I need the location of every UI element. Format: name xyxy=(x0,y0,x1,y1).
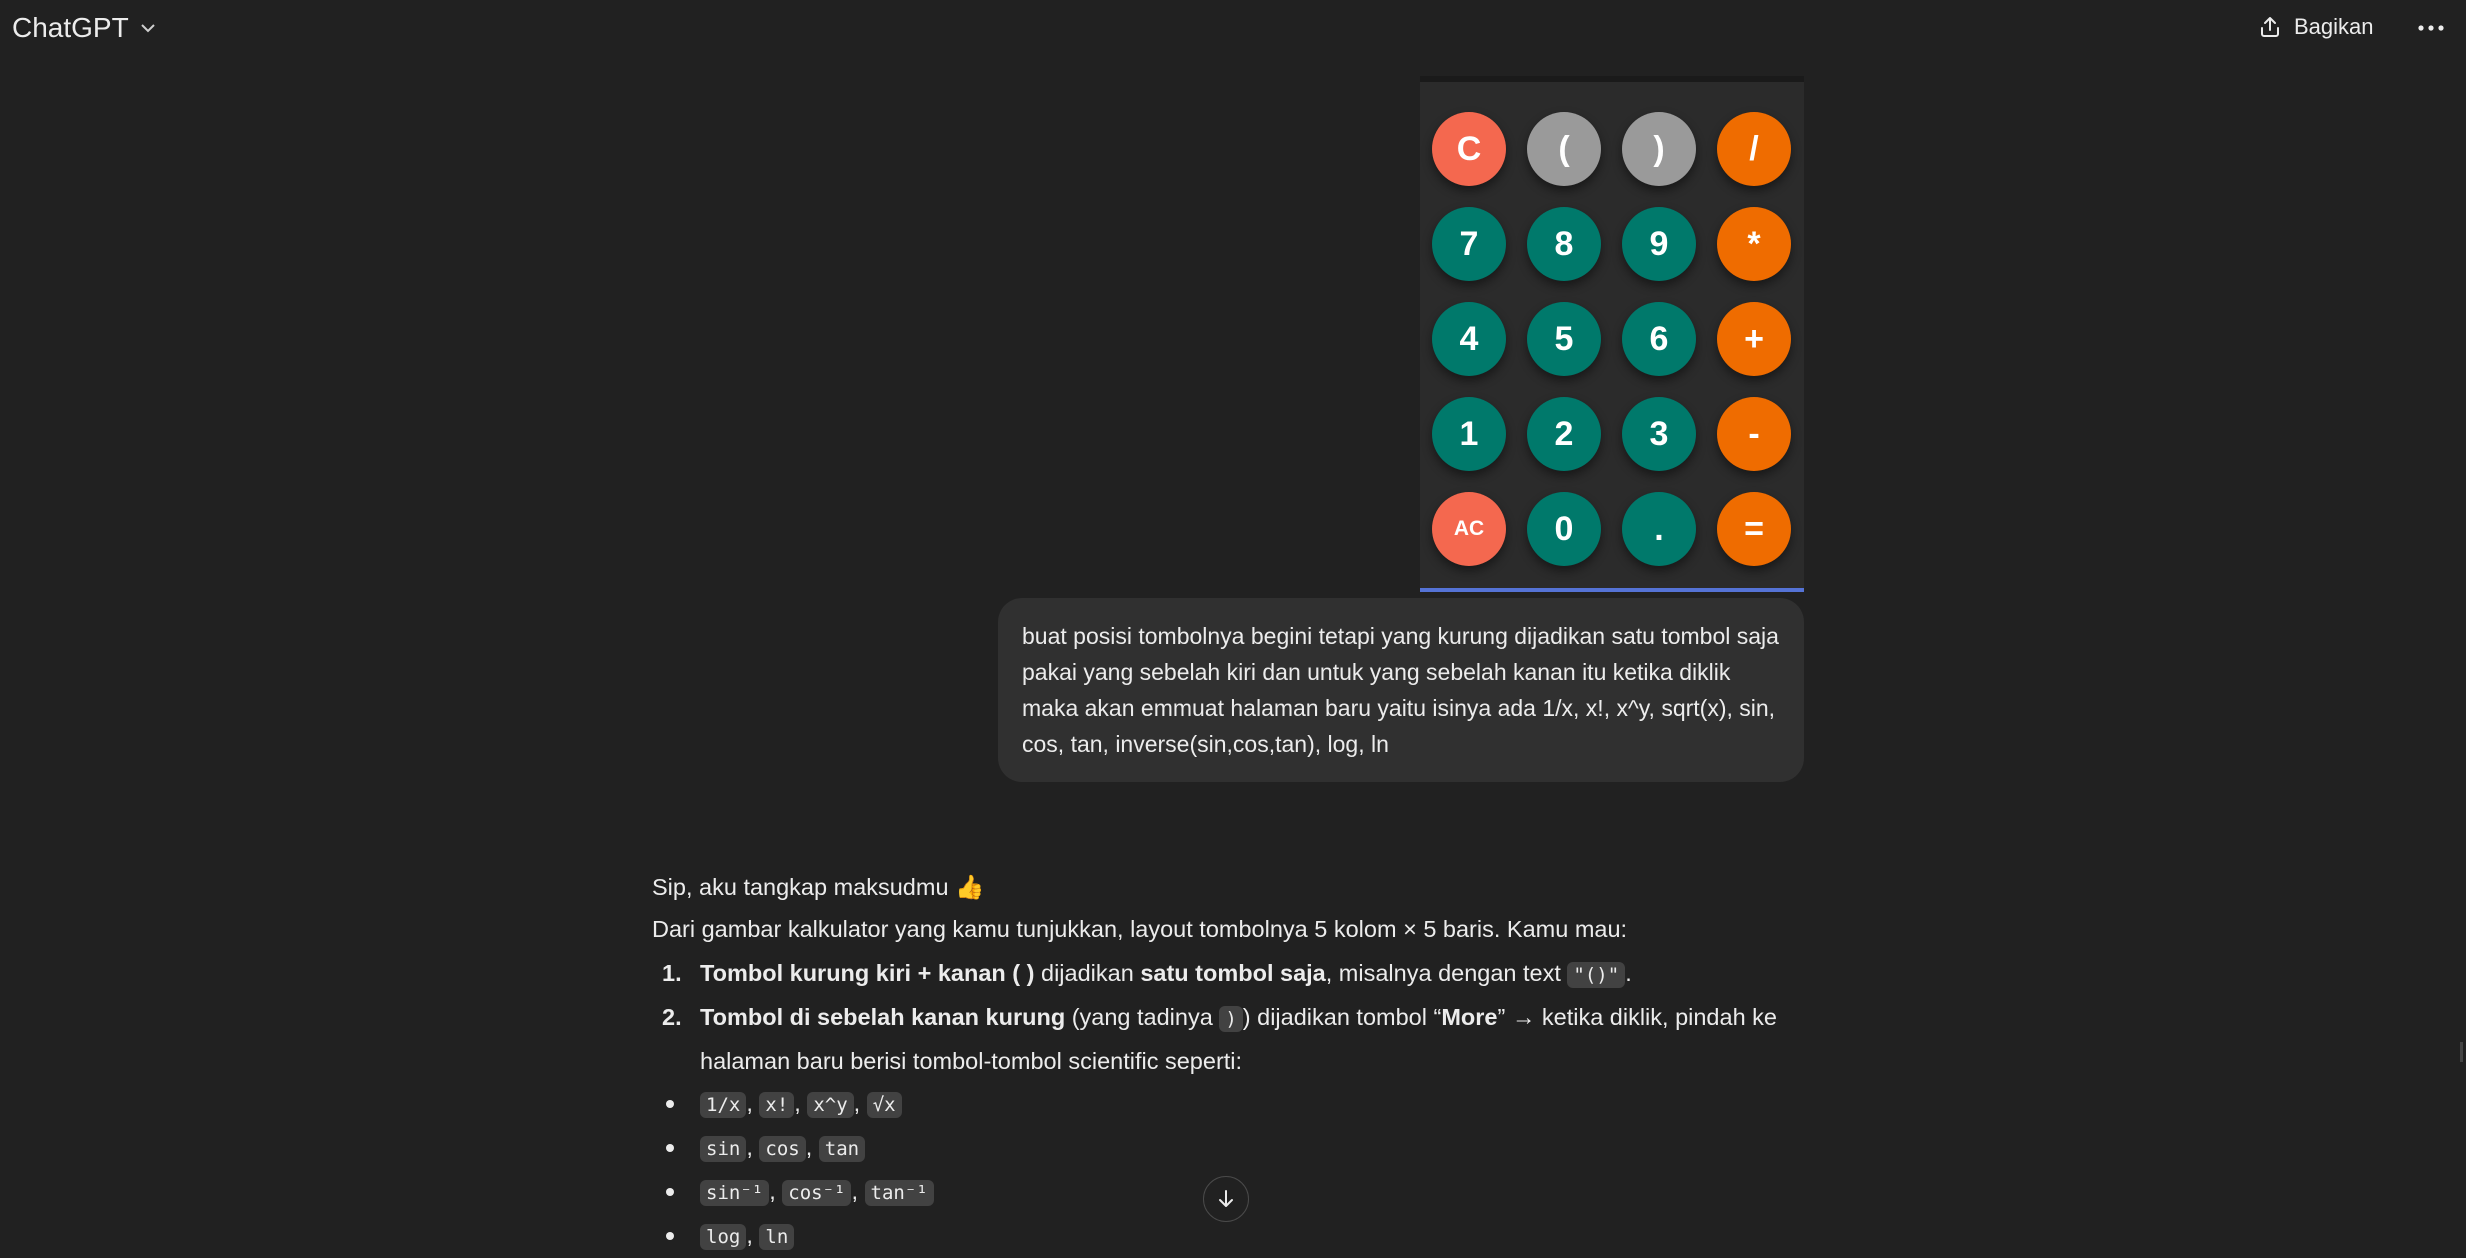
inline-code: sin⁻¹ xyxy=(700,1180,770,1206)
calculator-key: ) xyxy=(1622,112,1696,186)
inline-code: tan⁻¹ xyxy=(864,1180,934,1206)
calculator-key: AC xyxy=(1432,492,1506,566)
calculator-key: 7 xyxy=(1432,207,1506,281)
calculator-key-grid: C () / 7 8 9 * 4 5 6 +1 2 3- AC 0. = xyxy=(1432,112,1791,566)
list-number: 2. xyxy=(662,1004,682,1030)
calculator-key: 1 xyxy=(1432,397,1506,471)
app-title: ChatGPT xyxy=(12,12,129,43)
text: , misalnya dengan text xyxy=(1325,960,1568,986)
calculator-key: C xyxy=(1432,112,1506,186)
share-label: Bagikan xyxy=(2294,14,2374,39)
model-selector[interactable]: ChatGPT xyxy=(12,12,157,44)
inline-code: √x xyxy=(866,1092,902,1118)
inline-code: sin xyxy=(700,1136,747,1162)
response-greeting: Sip, aku tangkap maksudmu 👍 xyxy=(652,874,985,900)
inline-code: cos⁻¹ xyxy=(782,1180,852,1206)
calculator-key: 4 xyxy=(1432,302,1506,376)
inline-code: 1/x xyxy=(700,1092,747,1118)
inline-code: x^y xyxy=(807,1092,854,1118)
list-number: 1. xyxy=(662,960,682,986)
list-item: 1. Tombol kurung kiri + kanan ( ) dijadi… xyxy=(652,952,1812,996)
share-button[interactable]: Bagikan xyxy=(2258,14,2374,40)
calculator-key: 6 xyxy=(1622,302,1696,376)
calculator-key: 0 xyxy=(1527,492,1601,566)
scrollbar-marker xyxy=(2460,1042,2463,1062)
calculator-key: ( xyxy=(1527,112,1601,186)
share-icon xyxy=(2261,17,2279,37)
inline-code: ln xyxy=(759,1224,795,1250)
calculator-key: + xyxy=(1717,302,1791,376)
calculator-key: = xyxy=(1717,492,1791,566)
inline-code: x! xyxy=(759,1092,795,1118)
top-bar: ChatGPT Bagikan xyxy=(0,0,2466,60)
attached-calculator-image[interactable]: C () / 7 8 9 * 4 5 6 +1 2 3- AC 0. = xyxy=(1420,76,1804,592)
text: ) dijadikan tombol “ xyxy=(1242,1004,1442,1030)
bold-text: Tombol di sebelah kanan kurung xyxy=(700,1004,1066,1030)
inline-code: "()" xyxy=(1567,962,1626,988)
bold-text: More xyxy=(1441,1004,1498,1030)
calculator-key: - xyxy=(1717,397,1791,471)
chevron-down-icon xyxy=(140,24,155,33)
inline-code: tan xyxy=(818,1136,866,1162)
inline-code: ) xyxy=(1219,1006,1243,1032)
text: dijadikan xyxy=(1034,960,1141,986)
inline-code: log xyxy=(700,1224,747,1250)
calculator-key: 3 xyxy=(1622,397,1696,471)
text: (yang tadinya xyxy=(1065,1004,1220,1030)
calculator-key: / xyxy=(1717,112,1791,186)
bold-text: Tombol kurung kiri + kanan ( ) xyxy=(700,960,1035,986)
calculator-key: 9 xyxy=(1622,207,1696,281)
user-message-text: buat posisi tombolnya begini tetapi yang… xyxy=(1022,623,1779,757)
arrow-down-icon xyxy=(1219,1190,1233,1207)
bullet-item: sin, cos, tan xyxy=(652,1126,1812,1170)
calculator-key: 5 xyxy=(1527,302,1601,376)
calculator-key: * xyxy=(1717,207,1791,281)
user-message-bubble: buat posisi tombolnya begini tetapi yang… xyxy=(998,598,1804,782)
calculator-key: . xyxy=(1622,492,1696,566)
bullet-list: 1/x, x!, x^y, √x sin, cos, tan sin⁻¹, cos⁻… xyxy=(652,1082,1812,1258)
scroll-to-bottom-button[interactable] xyxy=(1203,1176,1249,1222)
bold-text: satu tombol saja xyxy=(1140,960,1326,986)
inline-code: cos xyxy=(759,1136,806,1162)
bullet-item: 1/x, x!, x^y, √x xyxy=(652,1082,1812,1126)
calculator-key: 2 xyxy=(1527,397,1601,471)
more-icon[interactable] xyxy=(2414,16,2448,40)
calculator-key: 8 xyxy=(1527,207,1601,281)
text: . xyxy=(1625,960,1632,986)
response-intro: Dari gambar kalkulator yang kamu tunjukk… xyxy=(652,916,1628,942)
